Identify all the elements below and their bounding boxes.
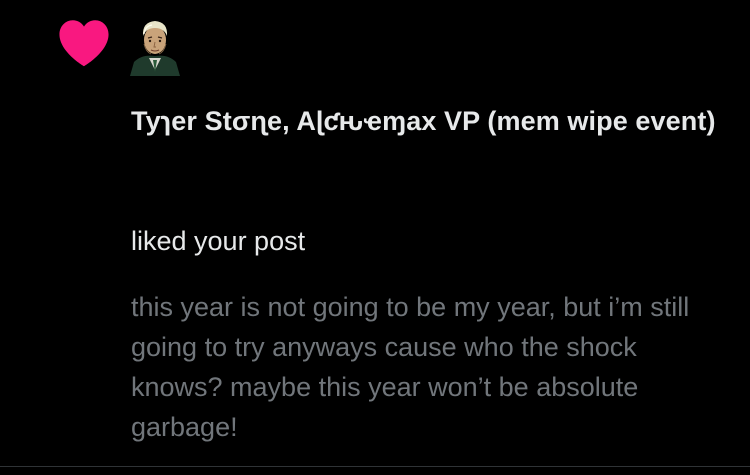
like-notification[interactable]: Tyɿer Stσɳe, Aɭƈԋҽɱax VP (mem wipe event… — [0, 0, 750, 475]
post-preview-text[interactable]: this year is not going to be my year, bu… — [131, 287, 726, 447]
divider — [0, 466, 750, 467]
heart-icon — [59, 20, 109, 67]
avatar[interactable] — [130, 14, 180, 76]
author-name[interactable]: Tyɿer Stσɳe, Aɭƈԋҽɱax VP (mem wipe event… — [131, 103, 731, 140]
notification-action: liked your post — [131, 226, 306, 256]
